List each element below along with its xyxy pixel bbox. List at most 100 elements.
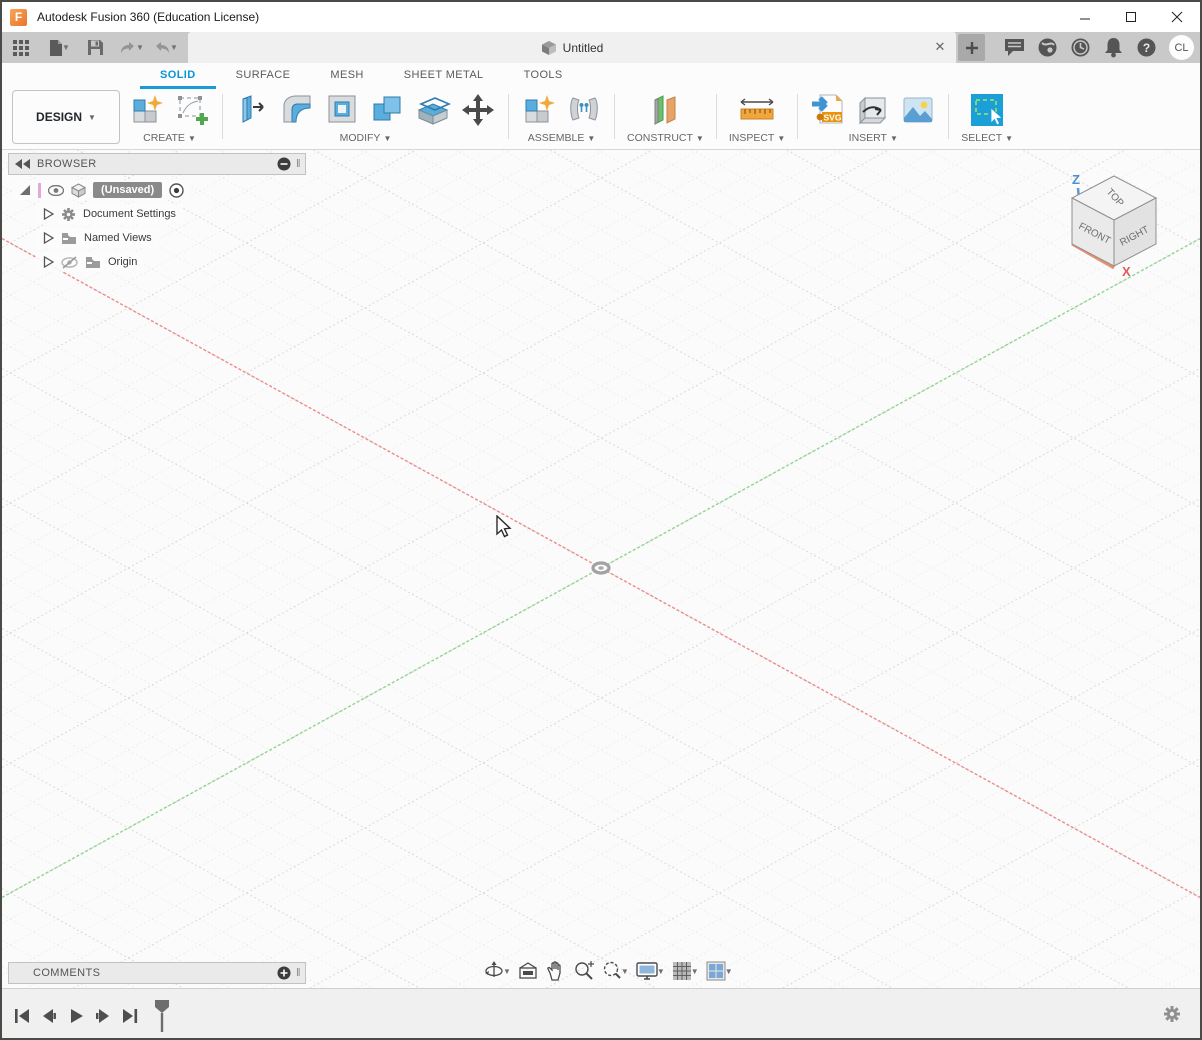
user-avatar[interactable]: CL (1169, 35, 1194, 60)
timeline-settings-gear-button[interactable] (1162, 1004, 1182, 1024)
collapse-panel-icon[interactable] (15, 159, 31, 169)
hidden-eye-icon[interactable] (61, 256, 78, 269)
tab-close-button[interactable]: ✕ (932, 39, 948, 55)
close-button[interactable] (1154, 2, 1200, 32)
timeline-playback-controls (12, 998, 171, 1034)
redo-button[interactable]: ▼ (152, 36, 178, 60)
activate-component-radio-icon[interactable] (169, 183, 184, 198)
folder-icon (85, 256, 101, 269)
timeline-go-to-start-button[interactable] (12, 1006, 32, 1026)
pan-hand-icon (545, 960, 567, 982)
tab-surface[interactable]: SURFACE (216, 63, 311, 89)
insert-dropdown[interactable]: INSERT▼ (849, 132, 898, 144)
timeline-go-to-end-button[interactable] (120, 1006, 140, 1026)
create-dropdown[interactable]: CREATE▼ (143, 132, 196, 144)
minimize-button[interactable] (1062, 2, 1108, 32)
document-tab[interactable]: Untitled ✕ (188, 32, 956, 63)
new-component-icon[interactable] (129, 92, 165, 128)
canvas-image-icon[interactable] (900, 92, 936, 128)
view-cube[interactable]: TOP FRONT RIGHT Z X (1042, 162, 1192, 292)
panel-plus-icon[interactable] (277, 966, 291, 980)
caret-down-icon: ▼ (696, 134, 704, 143)
caret-down-icon: ▼ (725, 967, 733, 976)
new-tab-button[interactable] (958, 34, 985, 61)
inspect-dropdown[interactable]: INSPECT▼ (729, 132, 785, 144)
gear-icon (61, 207, 76, 222)
offset-face-icon[interactable] (415, 92, 451, 128)
maximize-button[interactable] (1108, 2, 1154, 32)
viewport-canvas[interactable]: TOP FRONT RIGHT Z X BROWSER ‖ (2, 150, 1200, 990)
browser-root-row[interactable]: (Unsaved) (12, 180, 191, 200)
timeline-step-forward-button[interactable] (93, 1006, 113, 1026)
insert-svg-icon[interactable]: SVG (810, 92, 846, 128)
browser-item-origin[interactable]: Origin (36, 252, 144, 272)
comments-feedback-button[interactable] (1004, 38, 1024, 58)
caret-down-icon: ▼ (777, 134, 785, 143)
shell-icon[interactable] (325, 92, 361, 128)
ribbon-tabs: SOLID SURFACE MESH SHEET METAL TOOLS (140, 63, 1200, 89)
window-controls (1062, 2, 1200, 32)
browser-item-named-views[interactable]: Named Views (36, 228, 159, 248)
fillet-icon[interactable] (280, 92, 316, 128)
save-button[interactable] (82, 36, 108, 60)
display-settings-button[interactable]: ▼ (635, 960, 665, 982)
comments-panel-header[interactable]: COMMENTS ‖ (8, 962, 306, 984)
browser-panel-header[interactable]: BROWSER ‖ (8, 153, 306, 175)
timeline-step-back-button[interactable] (39, 1006, 59, 1026)
timeline-marker[interactable] (153, 998, 171, 1034)
globe-icon (1037, 37, 1057, 58)
collapsed-triangle-icon[interactable] (43, 256, 54, 268)
viewports-button[interactable]: ▼ (705, 960, 733, 982)
look-at-button[interactable] (517, 960, 539, 982)
browser-item-document-settings[interactable]: Document Settings (36, 204, 183, 224)
measure-icon[interactable] (737, 92, 777, 128)
caret-down-icon: ▼ (890, 134, 898, 143)
visibility-eye-icon[interactable] (48, 185, 64, 196)
collapsed-triangle-icon[interactable] (43, 208, 54, 220)
display-settings-icon (635, 960, 659, 982)
undo-button[interactable]: ▼ (118, 36, 144, 60)
construct-dropdown[interactable]: CONSTRUCT▼ (627, 132, 704, 144)
svg-text:SVG: SVG (824, 112, 842, 122)
modify-dropdown[interactable]: MODIFY▼ (340, 132, 392, 144)
tab-solid[interactable]: SOLID (140, 63, 216, 89)
panel-minus-icon[interactable] (277, 157, 291, 171)
select-dropdown[interactable]: SELECT▼ (961, 132, 1013, 144)
caret-down-icon: ▼ (621, 967, 629, 976)
notifications-button[interactable] (1103, 38, 1123, 58)
insert-mesh-icon[interactable] (855, 92, 891, 128)
tab-sheet-metal[interactable]: SHEET METAL (384, 63, 504, 89)
expand-triangle-icon[interactable] (19, 184, 31, 196)
help-icon: ? (1136, 37, 1156, 58)
root-document-name[interactable]: (Unsaved) (93, 182, 162, 198)
help-button[interactable]: ? (1136, 38, 1156, 58)
grid-snap-button[interactable]: ▼ (671, 960, 699, 982)
move-copy-icon[interactable] (460, 92, 496, 128)
panel-grip[interactable]: ‖ (296, 158, 301, 170)
fit-button[interactable]: ▼ (601, 960, 629, 982)
timeline-play-button[interactable] (66, 1006, 86, 1026)
panel-grip[interactable]: ‖ (296, 967, 301, 979)
tab-tools[interactable]: TOOLS (504, 63, 583, 89)
assemble-dropdown[interactable]: ASSEMBLE▼ (528, 132, 596, 144)
collapsed-triangle-icon[interactable] (43, 232, 54, 244)
tab-mesh[interactable]: MESH (310, 63, 383, 89)
pan-button[interactable] (545, 960, 567, 982)
orbit-button[interactable]: ▼ (483, 960, 511, 982)
construct-plane-icon[interactable] (647, 92, 683, 128)
look-at-icon (517, 960, 539, 982)
press-pull-icon[interactable] (235, 92, 271, 128)
extensions-globe-button[interactable] (1037, 38, 1057, 58)
app-grid-button[interactable] (8, 36, 34, 60)
assemble-component-icon[interactable] (521, 92, 557, 128)
joint-icon[interactable] (566, 92, 602, 128)
file-menu-button[interactable]: ▼ (46, 36, 72, 60)
create-sketch-icon[interactable] (174, 92, 210, 128)
workspace-switcher[interactable]: DESIGN ▼ (12, 90, 120, 144)
grid-icon (671, 960, 693, 982)
zoom-button[interactable] (573, 960, 595, 982)
comment-icon (1004, 38, 1024, 57)
combine-icon[interactable] (370, 92, 406, 128)
select-icon[interactable] (969, 92, 1005, 128)
job-status-button[interactable] (1070, 38, 1090, 58)
